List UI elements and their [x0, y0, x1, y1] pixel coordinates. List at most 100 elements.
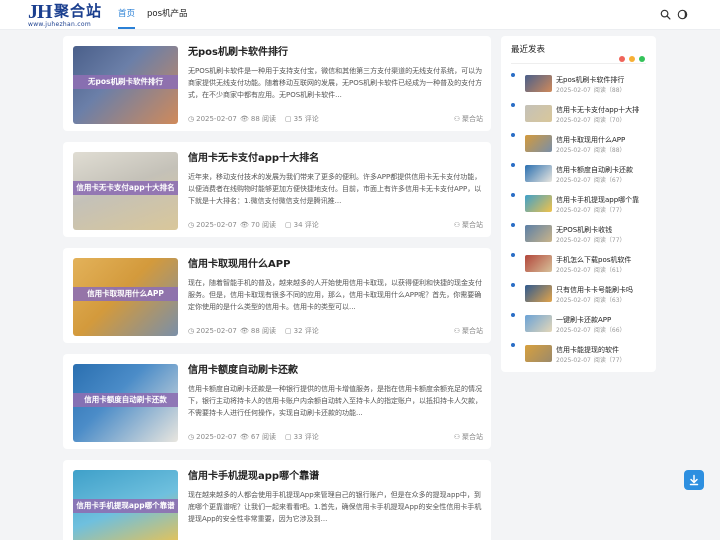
site-logo[interactable]: JH 聚合站 www.juhezhan.com [28, 2, 104, 28]
recent-post-date: 2025-02-07 [556, 87, 591, 94]
dot-red [619, 56, 625, 62]
eye-icon: 👁 [240, 115, 249, 123]
thumb-label: 信用卡手机提现app哪个靠谱 [73, 499, 178, 513]
post-author[interactable]: 聚合站 [462, 327, 483, 335]
recent-post-title[interactable]: 手机怎么下载pos机软件 [556, 255, 651, 265]
nav-item-pos-products[interactable]: pos机产品 [147, 0, 188, 30]
comment-icon: ▢ [285, 327, 292, 335]
post-views: 70 阅读 [250, 221, 277, 229]
recent-post-meta: 2025-02-07 阅读（66） [556, 327, 651, 335]
logo-name: 聚合站 [54, 2, 103, 20]
widget-title: 最近发表 [511, 45, 546, 55]
post-title[interactable]: 无pos机刷卡软件排行 [188, 46, 483, 59]
theme-toggle-icon[interactable] [677, 9, 688, 20]
recent-post-title[interactable]: 信用卡取现用什么APP [556, 135, 651, 145]
clock-icon: ◷ [188, 433, 195, 441]
recent-post-views: 阅读（66） [593, 327, 626, 334]
recent-post-item[interactable]: 信用卡能提现的软件 2025-02-07 阅读（77） [501, 342, 656, 372]
post-comments: 34 评论 [293, 221, 319, 229]
post-card[interactable]: 信用卡手机提现app哪个靠谱 信用卡手机提现app哪个靠谱 现在越来越多的人都会… [63, 460, 491, 540]
recent-post-thumb[interactable] [525, 315, 552, 332]
search-icon[interactable] [660, 9, 671, 20]
download-icon [689, 474, 699, 486]
recent-post-date: 2025-02-07 [556, 327, 591, 334]
post-card[interactable]: 无pos机刷卡软件排行 无pos机刷卡软件排行 无POS机刷卡软件是一种用于支持… [63, 36, 491, 131]
post-card[interactable]: 信用卡无卡支付app十大排名 信用卡无卡支付app十大排名 近年来，移动支付技术… [63, 142, 491, 237]
recent-post-thumb[interactable] [525, 195, 552, 212]
post-author[interactable]: 聚合站 [462, 221, 483, 229]
comment-icon: ▢ [285, 433, 292, 441]
bullet-dot [511, 283, 515, 287]
recent-post-thumb[interactable] [525, 105, 552, 122]
recent-post-item[interactable]: 信用卡手机提现app哪个靠 2025-02-07 阅读（77） [501, 192, 656, 222]
post-date: 2025-02-07 [196, 221, 237, 229]
post-meta: ◷ 2025-02-07 👁 88 阅读 ▢ 35 评论 ⚇ 聚合站 [188, 114, 483, 124]
recent-post-item[interactable]: 信用卡取现用什么APP 2025-02-07 阅读（88） [501, 132, 656, 162]
recent-post-title[interactable]: 一键刷卡还款APP [556, 315, 651, 325]
recent-post-meta: 2025-02-07 阅读（88） [556, 147, 651, 155]
eye-icon: 👁 [240, 327, 249, 335]
recent-post-views: 阅读（77） [593, 207, 626, 214]
recent-post-thumb[interactable] [525, 255, 552, 272]
post-excerpt: 近年来，移动支付技术的发展为我们带来了更多的便利。许多APP都提供信用卡无卡支付… [188, 173, 482, 205]
recent-posts-widget: 最近发表 无pos机刷卡软件排行 2025-02-07 阅读（88） 信用卡无卡支… [501, 36, 656, 372]
recent-post-item[interactable]: 无POS机刷卡收钱 2025-02-07 阅读（77） [501, 222, 656, 252]
post-title[interactable]: 信用卡手机提现app哪个靠谱 [188, 470, 483, 483]
recent-post-meta: 2025-02-07 阅读（77） [556, 357, 651, 365]
recent-post-title[interactable]: 信用卡无卡支付app十大排 [556, 105, 651, 115]
recent-post-title[interactable]: 无pos机刷卡软件排行 [556, 75, 651, 85]
recent-post-thumb[interactable] [525, 225, 552, 242]
recent-post-thumb[interactable] [525, 135, 552, 152]
recent-post-views: 阅读（61） [593, 267, 626, 274]
recent-post-title[interactable]: 信用卡能提现的软件 [556, 345, 651, 355]
post-title[interactable]: 信用卡无卡支付app十大排名 [188, 152, 483, 165]
nav-item-home[interactable]: 首页 [118, 0, 136, 30]
post-thumbnail[interactable]: 无pos机刷卡软件排行 [73, 46, 178, 124]
recent-post-thumb[interactable] [525, 75, 552, 92]
main-nav: 首页 pos机产品 [118, 0, 200, 30]
logo-mark: JH [28, 1, 53, 23]
recent-post-meta: 2025-02-07 阅读（77） [556, 237, 651, 245]
post-thumbnail[interactable]: 信用卡手机提现app哪个靠谱 [73, 470, 178, 540]
post-author[interactable]: 聚合站 [462, 433, 483, 441]
clock-icon: ◷ [188, 327, 195, 335]
recent-post-item[interactable]: 手机怎么下载pos机软件 2025-02-07 阅读（61） [501, 252, 656, 282]
post-meta: ◷ 2025-02-07 👁 88 阅读 ▢ 32 评论 ⚇ 聚合站 [188, 326, 483, 336]
post-views: 67 阅读 [250, 433, 277, 441]
post-title[interactable]: 信用卡取现用什么APP [188, 258, 483, 271]
post-thumbnail[interactable]: 信用卡取现用什么APP [73, 258, 178, 336]
post-comments: 33 评论 [293, 433, 319, 441]
recent-post-item[interactable]: 无pos机刷卡软件排行 2025-02-07 阅读（88） [501, 72, 656, 102]
download-button[interactable] [684, 470, 704, 490]
thumb-label: 信用卡取现用什么APP [73, 287, 178, 301]
site-header: JH 聚合站 www.juhezhan.com 首页 pos机产品 [0, 0, 720, 30]
recent-post-thumb[interactable] [525, 165, 552, 182]
bullet-dot [511, 313, 515, 317]
post-title[interactable]: 信用卡额度自动刷卡还款 [188, 364, 483, 377]
comment-icon: ▢ [285, 221, 292, 229]
recent-post-date: 2025-02-07 [556, 237, 591, 244]
post-thumbnail[interactable]: 信用卡额度自动刷卡还款 [73, 364, 178, 442]
recent-post-thumb[interactable] [525, 285, 552, 302]
post-excerpt: 现在，随着智能手机的普及，越来越多的人开始使用信用卡取现，以获得便利和快捷的现金… [188, 279, 482, 311]
recent-post-title[interactable]: 只有信用卡卡号能刷卡吗 [556, 285, 651, 295]
recent-post-meta: 2025-02-07 阅读（77） [556, 207, 651, 215]
recent-post-item[interactable]: 信用卡无卡支付app十大排 2025-02-07 阅读（70） [501, 102, 656, 132]
recent-post-title[interactable]: 信用卡额度自动刷卡还款 [556, 165, 651, 175]
recent-post-item[interactable]: 只有信用卡卡号能刷卡吗 2025-02-07 阅读（63） [501, 282, 656, 312]
recent-post-title[interactable]: 无POS机刷卡收钱 [556, 225, 651, 235]
recent-post-date: 2025-02-07 [556, 147, 591, 154]
recent-post-item[interactable]: 一键刷卡还款APP 2025-02-07 阅读（66） [501, 312, 656, 342]
post-card[interactable]: 信用卡额度自动刷卡还款 信用卡额度自动刷卡还款 信用卡额度自动刷卡还款是一种银行… [63, 354, 491, 449]
recent-post-meta: 2025-02-07 阅读（70） [556, 117, 651, 125]
post-card[interactable]: 信用卡取现用什么APP 信用卡取现用什么APP 现在，随着智能手机的普及，越来越… [63, 248, 491, 343]
recent-post-views: 阅读（70） [593, 117, 626, 124]
post-views: 88 阅读 [250, 327, 277, 335]
recent-post-item[interactable]: 信用卡额度自动刷卡还款 2025-02-07 阅读（67） [501, 162, 656, 192]
eye-icon: 👁 [240, 221, 249, 229]
recent-post-thumb[interactable] [525, 345, 552, 362]
recent-post-title[interactable]: 信用卡手机提现app哪个靠 [556, 195, 651, 205]
bullet-dot [511, 103, 515, 107]
post-author[interactable]: 聚合站 [462, 115, 483, 123]
post-thumbnail[interactable]: 信用卡无卡支付app十大排名 [73, 152, 178, 230]
